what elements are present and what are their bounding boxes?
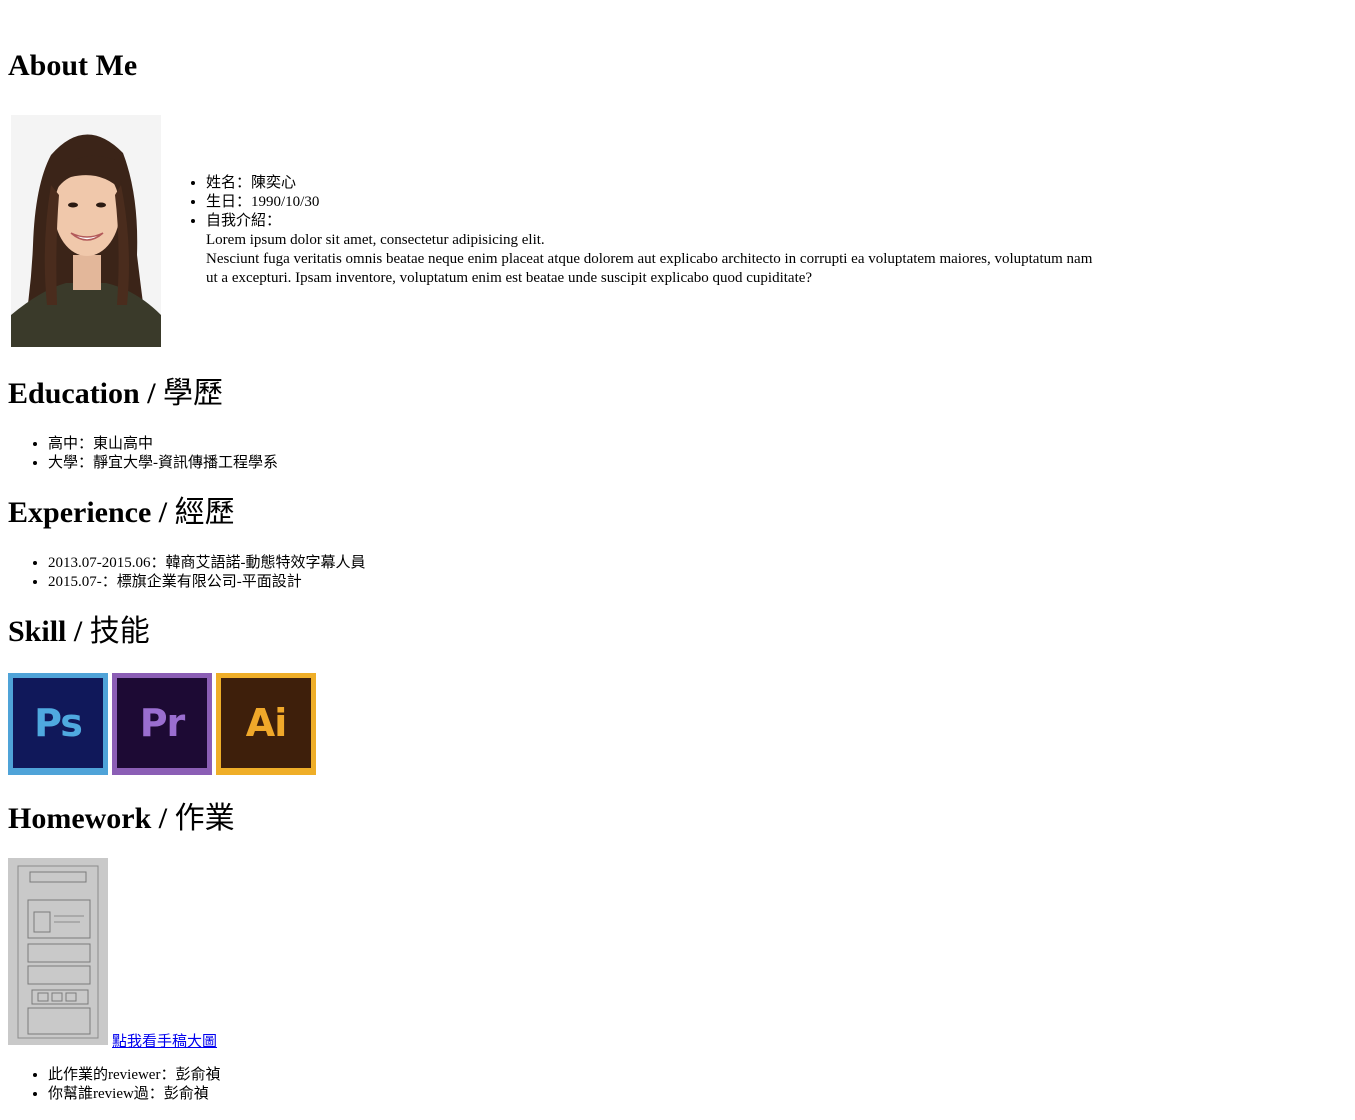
- about-name: 姓名：陳奕心: [206, 174, 1106, 193]
- profile-photo: [11, 115, 161, 347]
- skill-heading-zh: 技能: [89, 615, 150, 648]
- homework-item: 此作業的reviewer：彭俞禎: [48, 1066, 220, 1085]
- education-heading-en: Education /: [8, 377, 164, 410]
- about-intro: 自我介紹： Lorem ipsum dolor sit amet, consec…: [206, 212, 1106, 288]
- about-heading: About Me: [8, 49, 138, 82]
- experience-heading-zh: 經歷: [174, 496, 235, 529]
- experience-heading-en: Experience /: [8, 496, 175, 529]
- about-intro-line2: Nesciunt fuga veritatis omnis beatae neq…: [206, 251, 1093, 286]
- education-item: 大學：靜宜大學-資訊傳播工程學系: [48, 454, 278, 473]
- education-heading: Education / 學歷: [8, 376, 223, 412]
- skill-heading-en: Skill /: [8, 615, 90, 648]
- education-heading-zh: 學歷: [163, 377, 224, 410]
- homework-heading: Homework / 作業: [8, 801, 235, 837]
- photoshop-icon-label: Ps: [34, 701, 83, 745]
- illustrator-icon-label: Ai: [245, 701, 287, 745]
- experience-item: 2015.07-：標旗企業有限公司-平面設計: [48, 573, 366, 592]
- education-item: 高中：東山高中: [48, 435, 278, 454]
- skill-heading: Skill / 技能: [8, 614, 150, 650]
- education-list: 高中：東山高中 大學：靜宜大學-資訊傳播工程學系: [8, 435, 278, 473]
- about-intro-label: 自我介紹：: [206, 213, 282, 229]
- homework-heading-en: Homework /: [8, 802, 175, 835]
- about-details-list: 姓名：陳奕心 生日：1990/10/30 自我介紹： Lorem ipsum d…: [166, 174, 1106, 288]
- homework-list: 此作業的reviewer：彭俞禎 你幫誰review過：彭俞禎: [8, 1066, 220, 1104]
- homework-sketch-thumbnail[interactable]: [8, 858, 108, 1045]
- illustrator-icon: Ai: [216, 673, 316, 775]
- homework-item: 你幫誰review過：彭俞禎: [48, 1085, 220, 1104]
- premiere-icon: Pr: [112, 673, 212, 775]
- experience-list: 2013.07-2015.06：韓商艾語諾-動態特效字幕人員 2015.07-：…: [8, 554, 366, 592]
- about-birthday: 生日：1990/10/30: [206, 193, 1106, 212]
- photoshop-icon: Ps: [8, 673, 108, 775]
- view-sketch-link[interactable]: 點我看手稿大圖: [112, 1030, 217, 1051]
- premiere-icon-label: Pr: [139, 701, 186, 745]
- about-intro-line1: Lorem ipsum dolor sit amet, consectetur …: [206, 232, 545, 248]
- experience-item: 2013.07-2015.06：韓商艾語諾-動態特效字幕人員: [48, 554, 366, 573]
- experience-heading: Experience / 經歷: [8, 495, 235, 531]
- homework-heading-zh: 作業: [174, 802, 235, 835]
